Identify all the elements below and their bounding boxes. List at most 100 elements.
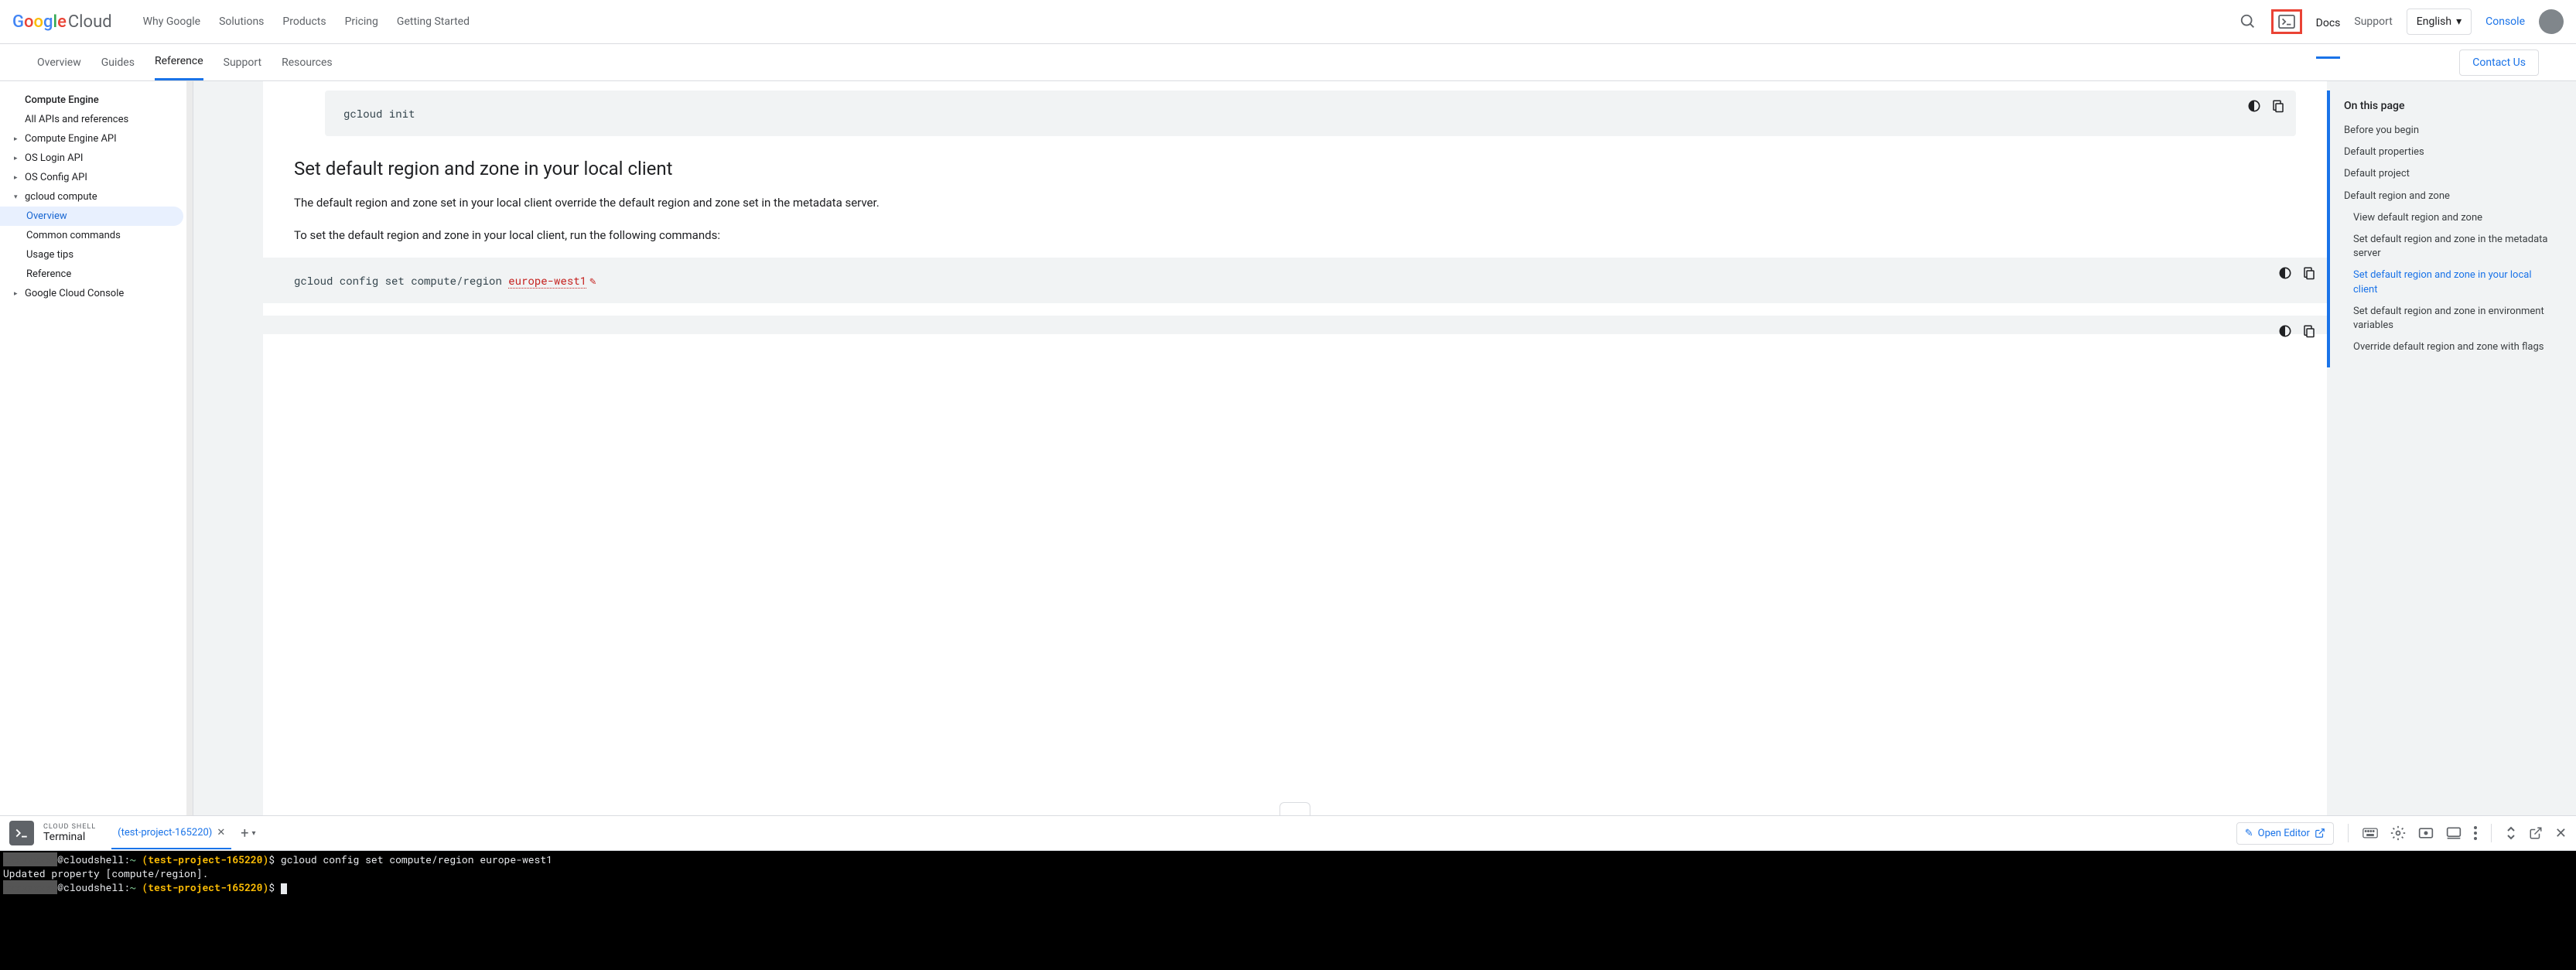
terminal-cursor — [281, 883, 287, 894]
toc-item-4[interactable]: View default region and zone — [2344, 207, 2553, 229]
close-icon[interactable]: ✕ — [217, 827, 225, 839]
main-layout: Compute EngineAll APIs and references▸Co… — [0, 81, 2576, 815]
sidebar-item-1[interactable]: All APIs and references — [0, 110, 193, 129]
copy-icon[interactable] — [2271, 98, 2285, 114]
sidebar-item-0[interactable]: Compute Engine — [0, 91, 193, 110]
copy-icon[interactable] — [2302, 265, 2316, 281]
shell-label: CLOUD SHELL — [43, 823, 96, 831]
panel-drag-handle[interactable] — [1279, 802, 1310, 815]
user-avatar[interactable] — [2539, 9, 2564, 34]
sidebar-item-6[interactable]: Overview — [0, 207, 183, 226]
theme-toggle-icon[interactable] — [2277, 265, 2293, 281]
paragraph-1: The default region and zone set in your … — [294, 193, 2296, 213]
contact-us-button[interactable]: Contact Us — [2459, 50, 2539, 76]
minimize-icon[interactable] — [2506, 826, 2516, 840]
plus-icon: + — [241, 825, 248, 842]
gear-icon[interactable] — [2390, 825, 2406, 841]
sidebar-item-2[interactable]: ▸Compute Engine API — [0, 129, 193, 149]
nav-why-google[interactable]: Why Google — [143, 15, 200, 28]
subnav-overview[interactable]: Overview — [37, 46, 81, 80]
nav-getting-started[interactable]: Getting Started — [397, 15, 470, 28]
monitor-icon[interactable] — [2446, 826, 2462, 840]
support-link[interactable]: Support — [2354, 15, 2392, 28]
toc-item-5[interactable]: Set default region and zone in the metad… — [2344, 229, 2553, 265]
code-text: gcloud init — [343, 106, 415, 121]
sidebar-item-label: gcloud compute — [25, 191, 97, 203]
pencil-icon: ✎ — [2245, 828, 2253, 839]
nav-solutions[interactable]: Solutions — [219, 15, 264, 28]
theme-toggle-icon[interactable] — [2277, 323, 2293, 339]
main-header: Google Cloud Why Google Solutions Produc… — [0, 0, 2576, 44]
edit-pencil-icon[interactable]: ✎ — [589, 273, 596, 288]
console-link[interactable]: Console — [2485, 15, 2525, 28]
toc-title: On this page — [2344, 100, 2553, 112]
subnav-reference[interactable]: Reference — [155, 44, 203, 80]
caret-icon: ▸ — [14, 290, 22, 298]
sidebar-item-7[interactable]: Common commands — [0, 226, 193, 245]
table-of-contents: On this page Before you beginDefault pro… — [2327, 91, 2567, 367]
subnav-support[interactable]: Support — [224, 46, 261, 80]
nav-pricing[interactable]: Pricing — [345, 15, 378, 28]
google-cloud-logo[interactable]: Google Cloud — [12, 12, 112, 32]
sidebar-item-label: Common commands — [26, 230, 121, 241]
code-block-partial — [263, 316, 2327, 334]
nav-products[interactable]: Products — [282, 15, 326, 28]
toc-item-7[interactable]: Set default region and zone in environme… — [2344, 301, 2553, 336]
shell-header: CLOUD SHELL Terminal (test-project-16522… — [0, 816, 2576, 851]
paragraph-2: To set the default region and zone in yo… — [294, 226, 2296, 246]
sidebar-item-label: Google Cloud Console — [25, 288, 124, 299]
web-preview-icon[interactable] — [2418, 827, 2434, 839]
language-label: English — [2417, 15, 2451, 28]
toc-item-8[interactable]: Override default region and zone with fl… — [2344, 336, 2553, 358]
subnav-resources[interactable]: Resources — [282, 46, 333, 80]
main-content: gcloud init Set default region and zone … — [263, 81, 2327, 815]
sidebar-item-10[interactable]: ▸Google Cloud Console — [0, 284, 193, 303]
sidebar-item-8[interactable]: Usage tips — [0, 245, 193, 265]
sidebar-item-label: Usage tips — [26, 249, 73, 261]
header-right: Docs Support English ▾ Console — [2239, 9, 2564, 35]
code-block-set-region: gcloud config set compute/region europe-… — [263, 258, 2327, 303]
docs-link[interactable]: Docs — [2316, 17, 2341, 29]
copy-icon[interactable] — [2302, 323, 2316, 339]
left-sidebar: Compute EngineAll APIs and references▸Co… — [0, 81, 193, 815]
sidebar-item-3[interactable]: ▸OS Login API — [0, 149, 193, 168]
code-block-gcloud-init: gcloud init — [325, 91, 2296, 136]
toc-item-6[interactable]: Set default region and zone in your loca… — [2344, 265, 2553, 300]
shell-tab-active[interactable]: (test-project-165220) ✕ — [111, 818, 231, 849]
caret-icon: ▸ — [14, 174, 22, 182]
terminal-output[interactable]: xxxxxxxxx@cloudshell:~ (test-project-165… — [0, 851, 2576, 970]
sidebar-item-label: All APIs and references — [25, 114, 128, 125]
section-heading: Set default region and zone in your loca… — [294, 158, 2296, 179]
sidebar-item-label: Reference — [26, 268, 71, 280]
sidebar-item-label: Compute Engine API — [25, 133, 117, 145]
shell-terminal-label: Terminal — [43, 831, 96, 843]
subnav-guides[interactable]: Guides — [101, 46, 135, 80]
sidebar-item-label: OS Login API — [25, 152, 83, 164]
language-selector[interactable]: English ▾ — [2407, 9, 2472, 35]
close-shell-icon[interactable]: ✕ — [2555, 825, 2567, 842]
toc-item-1[interactable]: Default properties — [2344, 142, 2553, 163]
external-link-icon — [2315, 828, 2325, 839]
open-editor-label: Open Editor — [2258, 828, 2310, 839]
cloud-shell-toggle-highlighted[interactable] — [2271, 9, 2302, 34]
chevron-down-icon: ▾ — [251, 829, 255, 838]
theme-toggle-icon[interactable] — [2246, 98, 2262, 114]
sidebar-item-5[interactable]: ▾gcloud compute — [0, 187, 193, 207]
open-editor-button[interactable]: ✎ Open Editor — [2236, 822, 2334, 845]
keyboard-icon[interactable] — [2362, 828, 2378, 839]
chevron-down-icon: ▾ — [2456, 15, 2462, 28]
sidebar-item-label: Compute Engine — [25, 94, 99, 106]
code-editable-region[interactable]: europe-west1 — [508, 273, 586, 289]
shell-add-tab[interactable]: + ▾ — [241, 825, 255, 842]
search-icon[interactable] — [2239, 12, 2257, 31]
caret-icon: ▾ — [14, 193, 22, 201]
toc-item-0[interactable]: Before you begin — [2344, 120, 2553, 142]
toc-item-3[interactable]: Default region and zone — [2344, 186, 2553, 207]
caret-icon: ▸ — [14, 135, 22, 143]
sidebar-item-4[interactable]: ▸OS Config API — [0, 168, 193, 187]
more-vert-icon[interactable] — [2474, 826, 2477, 840]
sidebar-item-9[interactable]: Reference — [0, 265, 193, 284]
shell-tab-label: (test-project-165220) — [118, 827, 212, 839]
toc-item-2[interactable]: Default project — [2344, 163, 2553, 185]
new-window-icon[interactable] — [2529, 826, 2543, 840]
